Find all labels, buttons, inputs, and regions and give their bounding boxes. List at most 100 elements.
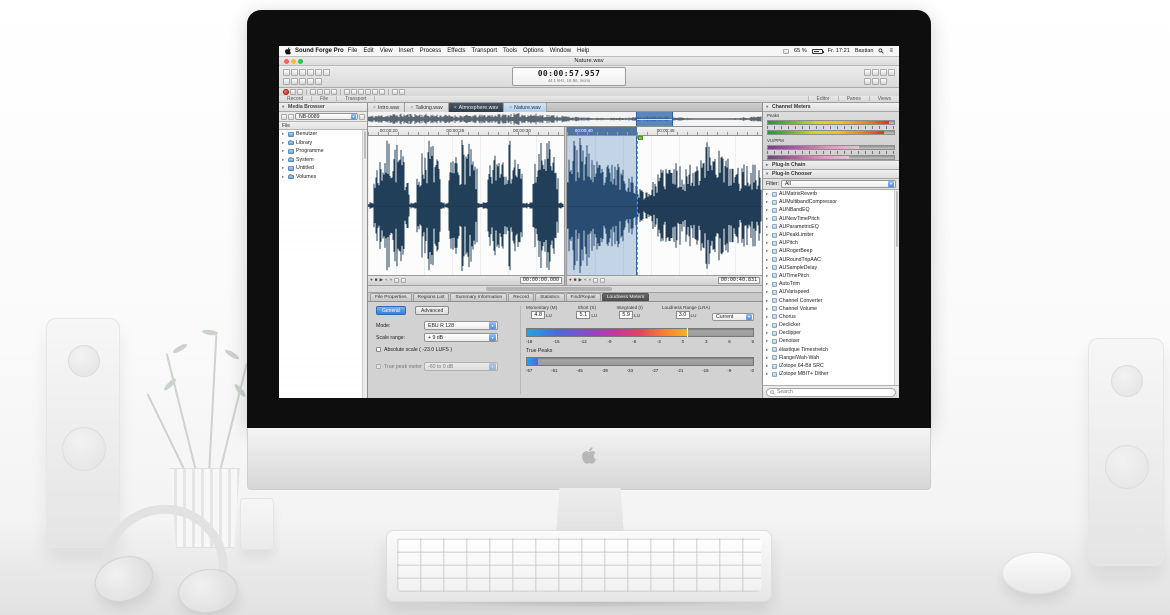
tab-find-repair[interactable]: Find/Repair [566, 293, 601, 301]
plugin-row[interactable]: ▸ AUPeakLimiter [763, 231, 894, 239]
scrollbar-thumb[interactable] [364, 131, 366, 159]
plugin-row[interactable]: ▸ AUSampleDelay [763, 264, 894, 272]
folder-row[interactable]: ▸ Volumes [279, 173, 362, 182]
plugin-row[interactable]: ▸ AURoundTripAAC [763, 256, 894, 264]
record-button[interactable]: ● [370, 278, 373, 283]
media-browser-header[interactable]: ▾ Media Browser [279, 103, 367, 112]
toolbar-button[interactable] [880, 69, 887, 76]
apple-menu-icon[interactable] [285, 47, 291, 55]
disclosure-triangle-icon[interactable]: ▸ [766, 281, 770, 287]
disclosure-triangle-icon[interactable]: ▸ [282, 148, 286, 154]
disclosure-triangle-icon[interactable]: ▸ [766, 240, 770, 246]
toolbar-button[interactable] [291, 69, 298, 76]
toolbar-button[interactable] [297, 89, 303, 95]
time-ruler-right[interactable]: 00:00:40 00:00:45 [567, 127, 762, 136]
plugin-row[interactable]: ▸ iZotope MBIT+ Dither [763, 370, 894, 378]
disclosure-triangle-icon[interactable]: ▸ [766, 248, 770, 254]
waveform-right[interactable] [567, 136, 762, 275]
menu-clock[interactable]: Fr. 17:21 [828, 48, 850, 54]
tab-advanced[interactable]: Advanced [415, 306, 449, 315]
time-ruler-left[interactable]: 00:00:20 00:00:25 00:00:30 [368, 127, 564, 136]
disclosure-triangle-icon[interactable]: ▸ [766, 314, 770, 320]
media-browser-scrollbar[interactable] [362, 130, 367, 398]
disclosure-triangle-icon[interactable]: ▸ [766, 207, 770, 213]
pane-tab[interactable]: Panes [838, 96, 869, 103]
menu-item[interactable]: Help [577, 48, 589, 54]
file-column-header[interactable]: File [279, 122, 367, 130]
disclosure-triangle-icon[interactable]: ▸ [766, 216, 770, 222]
disclosure-triangle-icon[interactable]: ▸ [766, 289, 770, 295]
toolbar-button[interactable] [291, 78, 298, 85]
plugin-row[interactable]: ▸ AUParametricEQ [763, 223, 894, 231]
menu-item[interactable]: File [348, 48, 358, 54]
overview-waveform[interactable] [368, 112, 762, 127]
channel-meters-header[interactable]: ▾ Channel Meters [763, 103, 899, 112]
toolbar-button[interactable] [290, 89, 296, 95]
disclosure-triangle-icon[interactable]: ▸ [766, 257, 770, 263]
tab-general[interactable]: General [376, 306, 406, 315]
tab-statistics[interactable]: Statistics [535, 293, 565, 301]
play-button[interactable]: ▶ [380, 278, 384, 283]
toolbar-button[interactable] [315, 78, 322, 85]
disclosure-triangle-icon[interactable]: ▸ [766, 355, 770, 361]
toolbar-button[interactable] [888, 69, 895, 76]
spotlight-search-icon[interactable] [878, 48, 884, 54]
toolbar-button[interactable] [365, 89, 371, 95]
snap-button[interactable] [600, 278, 605, 283]
stop-button[interactable]: ■ [574, 278, 577, 283]
toolbar-button[interactable] [379, 89, 385, 95]
toolbar-button[interactable] [872, 78, 879, 85]
mode-dropdown[interactable]: EBU R 128▾ [424, 321, 498, 330]
window-title-bar[interactable]: Nature.wav [279, 57, 899, 66]
pane-tab[interactable]: Editor [808, 96, 838, 103]
menu-item[interactable]: View [380, 48, 393, 54]
rewind-button[interactable]: « [385, 278, 388, 283]
toolbar-button[interactable] [372, 89, 378, 95]
toolbar-button[interactable] [864, 69, 871, 76]
tab-summary-information[interactable]: Summary Information [450, 293, 507, 301]
toolbar-button[interactable] [315, 69, 322, 76]
disclosure-triangle-icon[interactable]: ▸ [766, 371, 770, 377]
plugin-row[interactable]: ▸ Channel Volume [763, 305, 894, 313]
record-button[interactable]: ● [569, 278, 572, 283]
doc-tab[interactable]: ×Intro.wav [368, 103, 405, 112]
disclosure-triangle-icon[interactable]: ▸ [766, 273, 770, 279]
overview-selection[interactable] [636, 112, 673, 126]
plugin-row[interactable]: ▸ AUMultibandCompressor [763, 198, 894, 206]
filter-dropdown[interactable]: All▾ [781, 180, 896, 188]
close-icon[interactable]: × [410, 105, 413, 111]
menu-item[interactable]: Tools [503, 48, 517, 54]
folder-row[interactable]: ▸ Benutzer [279, 130, 362, 139]
toolbar-button[interactable] [864, 78, 871, 85]
menu-item[interactable]: Effects [447, 48, 465, 54]
folder-row[interactable]: ▸ System [279, 156, 362, 165]
disclosure-triangle-icon[interactable]: ▸ [766, 338, 770, 344]
disclosure-triangle-icon[interactable]: ▸ [766, 199, 770, 205]
plugin-row[interactable]: ▸ AUPitch [763, 239, 894, 247]
menu-item[interactable]: Process [420, 48, 442, 54]
toolbar-button[interactable] [358, 89, 364, 95]
scale-range-dropdown[interactable]: + 9 dB▾ [424, 333, 498, 342]
plugin-row[interactable]: ▸ AUMatrixReverb [763, 190, 894, 198]
device-dropdown[interactable]: NB-0089 ▾ [295, 113, 358, 120]
current-dropdown[interactable]: Current▾ [712, 313, 754, 321]
doc-tab[interactable]: ×Talking.wav [405, 103, 448, 112]
cursor-marker[interactable] [637, 136, 638, 275]
plugin-row[interactable]: ▸ Denoiser [763, 337, 894, 345]
plugin-row[interactable]: ▸ Declipper [763, 329, 894, 337]
menu-item[interactable]: Options [523, 48, 544, 54]
horizontal-scrollbar[interactable] [368, 285, 762, 293]
plugin-row[interactable]: ▸ Flange/Wah-Wah [763, 354, 894, 362]
menu-item[interactable]: Window [550, 48, 571, 54]
toolbar-button[interactable] [283, 78, 290, 85]
plugin-chain-header[interactable]: ▸ Plug-In Chain [763, 161, 899, 170]
disclosure-triangle-icon[interactable]: ▸ [766, 265, 770, 271]
notification-center-icon[interactable]: ≡ [889, 48, 893, 54]
view-mode-button[interactable] [288, 114, 294, 120]
tab-record[interactable]: Record [508, 293, 534, 301]
loop-button[interactable] [394, 278, 399, 283]
app-name[interactable]: Sound Forge Pro [295, 48, 344, 54]
menu-extra-icon[interactable] [783, 49, 789, 54]
plugin-row[interactable]: ▸ AURogerBeep [763, 247, 894, 255]
toolbar-button[interactable] [307, 78, 314, 85]
